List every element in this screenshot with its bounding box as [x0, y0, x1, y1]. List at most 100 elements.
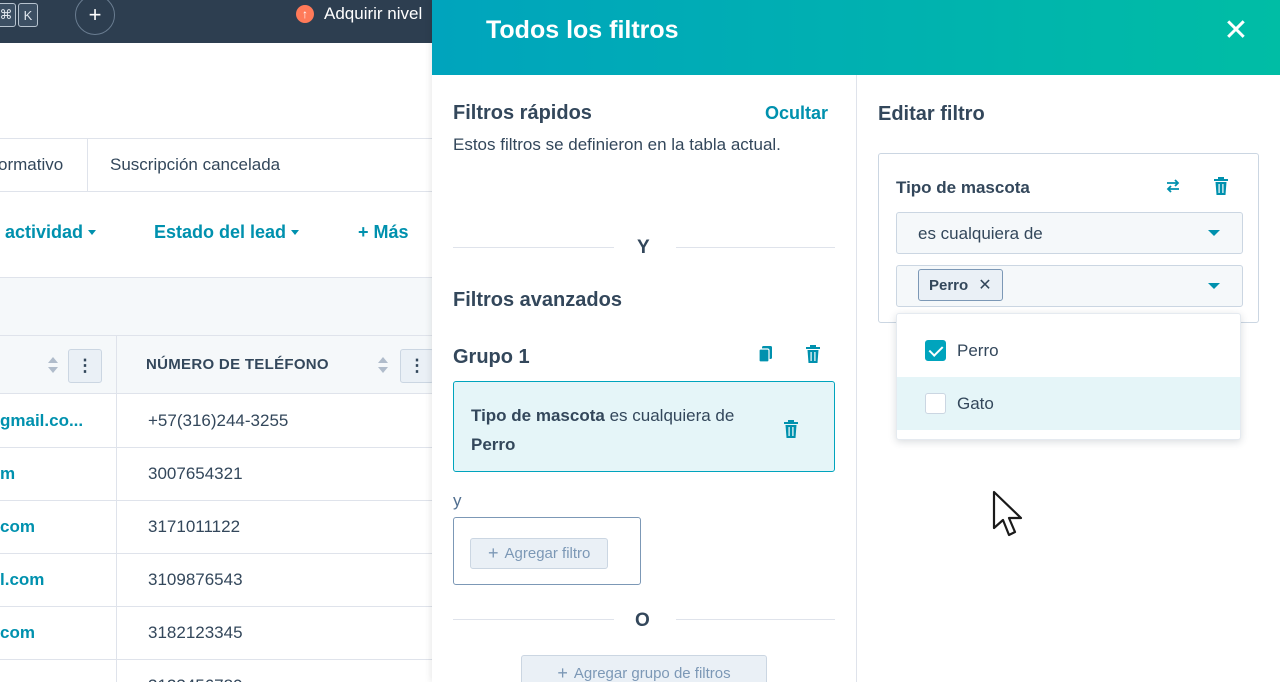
- delete-edit-filter-icon[interactable]: [1212, 176, 1230, 196]
- filter-condition-card[interactable]: Tipo de mascota es cualquiera de Perro: [453, 381, 835, 472]
- shortcut-key-cmd: ⌘: [0, 3, 16, 27]
- browser-top-bar: ⌘ K + ↑ Adquirir nivel: [0, 0, 432, 43]
- cell-divider: [116, 501, 117, 554]
- option-gato[interactable]: Gato: [897, 377, 1240, 430]
- hide-quick-filters-link[interactable]: Ocultar: [765, 103, 828, 124]
- caret-down-icon: [291, 230, 300, 235]
- checkbox-unchecked[interactable]: [925, 393, 946, 414]
- filter-estado-lead-button[interactable]: Estado del lead: [154, 222, 300, 243]
- email-cell[interactable]: l.com: [0, 570, 44, 590]
- plus-icon: +: [557, 662, 568, 682]
- and-connector-label: y: [453, 491, 462, 510]
- delete-filter-icon[interactable]: [782, 419, 800, 439]
- option-perro[interactable]: Perro: [897, 324, 1240, 377]
- add-filter-group-label: Agregar grupo de filtros: [573, 664, 731, 682]
- quick-filters-title: Filtros rápidos: [453, 102, 592, 124]
- column-menu-button[interactable]: ⋮: [400, 349, 434, 383]
- separator-line: [676, 247, 835, 248]
- add-filter-group-button[interactable]: + Agregar grupo de filtros: [521, 655, 767, 682]
- quick-filter-bar: actividad Estado del lead + Más: [0, 208, 432, 260]
- edit-filter-property: Tipo de mascota: [896, 178, 1030, 197]
- filter-estado-lead-label: Estado del lead: [154, 222, 287, 242]
- cell-divider: [116, 395, 117, 448]
- filter-property: Tipo de mascota: [471, 406, 605, 425]
- email-cell[interactable]: gmail.co...: [0, 411, 83, 431]
- view-tab-informativo[interactable]: ormativo: [0, 139, 63, 191]
- advanced-filters-title: Filtros avanzados: [453, 289, 622, 311]
- sort-icon[interactable]: [378, 355, 388, 375]
- cell-divider: [116, 554, 117, 607]
- option-label: Gato: [957, 393, 994, 413]
- separator-line: [453, 619, 614, 620]
- new-tab-button[interactable]: +: [75, 0, 115, 35]
- mouse-cursor-icon: [992, 490, 1023, 537]
- phone-cell: 3182123345: [148, 623, 243, 642]
- phone-cell: +57(316)244-3255: [148, 411, 289, 430]
- table-row: m 3007654321: [0, 448, 432, 501]
- operator-select-value: es cualquiera de: [918, 224, 1043, 243]
- option-label: Perro: [957, 340, 999, 360]
- tab-divider: [87, 139, 88, 191]
- panel-header: Todos los filtros ✕: [432, 0, 1280, 75]
- email-cell[interactable]: com: [0, 623, 35, 643]
- separator-line: [676, 619, 835, 620]
- all-filters-panel: Todos los filtros ✕ Filtros rápidos Ocul…: [432, 0, 1280, 682]
- delete-group-icon[interactable]: [804, 344, 822, 364]
- phone-cell: 3109876543: [148, 570, 243, 589]
- table-row: com 3171011122: [0, 501, 432, 554]
- table-row: com 3182123345: [0, 607, 432, 660]
- value-multiselect[interactable]: Perro ✕: [896, 265, 1243, 307]
- or-separator-label: O: [635, 610, 650, 631]
- close-icon[interactable]: ✕: [1221, 16, 1251, 47]
- phone-cell: 3171011122: [148, 517, 241, 536]
- edit-filter-card: Tipo de mascota es cualquiera de Perro ✕: [878, 153, 1259, 323]
- filter-condition-text: Tipo de mascota es cualquiera de Perro: [471, 401, 771, 459]
- chevron-down-icon: [1208, 283, 1220, 289]
- column-menu-button[interactable]: ⋮: [68, 349, 102, 383]
- more-filters-button[interactable]: + Más: [358, 222, 409, 243]
- column-divider: [116, 336, 117, 395]
- group-title: Grupo 1: [453, 346, 530, 368]
- add-filter-label: Agregar filtro: [504, 545, 591, 562]
- clone-icon[interactable]: [757, 344, 775, 364]
- swap-property-icon[interactable]: [1163, 176, 1183, 196]
- filter-actividad-label: actividad: [5, 222, 84, 242]
- edit-filter-title: Editar filtro: [878, 103, 985, 125]
- separator-line: [453, 247, 614, 248]
- column-divider: [856, 75, 857, 682]
- email-cell[interactable]: m: [0, 464, 15, 484]
- filter-value: Perro: [471, 435, 516, 454]
- view-tab-suscripcion-cancelada[interactable]: Suscripción cancelada: [110, 139, 280, 191]
- filter-operator: es cualquiera de: [609, 406, 735, 425]
- selected-value-chip: Perro ✕: [918, 269, 1003, 301]
- operator-select[interactable]: es cualquiera de: [896, 212, 1243, 254]
- phone-cell: 3007654321: [148, 464, 243, 483]
- shortcut-key-k: K: [18, 3, 38, 27]
- phone-cell: 3123456789: [148, 676, 243, 682]
- table-row: l.com 3109876543: [0, 554, 432, 607]
- chevron-down-icon: [1208, 230, 1220, 236]
- remove-chip-icon[interactable]: ✕: [978, 275, 991, 295]
- sort-icon[interactable]: [48, 355, 58, 375]
- cell-divider: [116, 660, 117, 682]
- cell-divider: [116, 607, 117, 660]
- filter-actividad-button[interactable]: actividad: [5, 222, 97, 243]
- chip-label: Perro: [929, 276, 969, 294]
- view-tabs: ormativo Suscripción cancelada: [0, 138, 432, 192]
- upgrade-link[interactable]: ↑ Adquirir nivel: [296, 4, 422, 24]
- table-header: ⋮ NÚMERO DE TELÉFONO ⋮: [0, 335, 434, 395]
- table-row: 3123456789: [0, 660, 432, 682]
- and-separator-label: Y: [637, 237, 650, 258]
- panel-title: Todos los filtros: [486, 16, 679, 44]
- add-filter-button[interactable]: + Agregar filtro: [470, 538, 609, 569]
- options-dropdown: Perro Gato: [896, 313, 1241, 440]
- quick-filters-description: Estos filtros se definieron en la tabla …: [453, 135, 781, 154]
- phone-column-header[interactable]: NÚMERO DE TELÉFONO: [146, 356, 329, 373]
- caret-down-icon: [88, 230, 97, 235]
- upgrade-arrow-icon: ↑: [296, 5, 314, 23]
- email-cell[interactable]: com: [0, 517, 35, 537]
- table-toolbar: [0, 277, 432, 335]
- plus-icon: +: [488, 543, 499, 563]
- add-filter-container: + Agregar filtro: [453, 517, 641, 585]
- checkbox-checked[interactable]: [925, 340, 946, 361]
